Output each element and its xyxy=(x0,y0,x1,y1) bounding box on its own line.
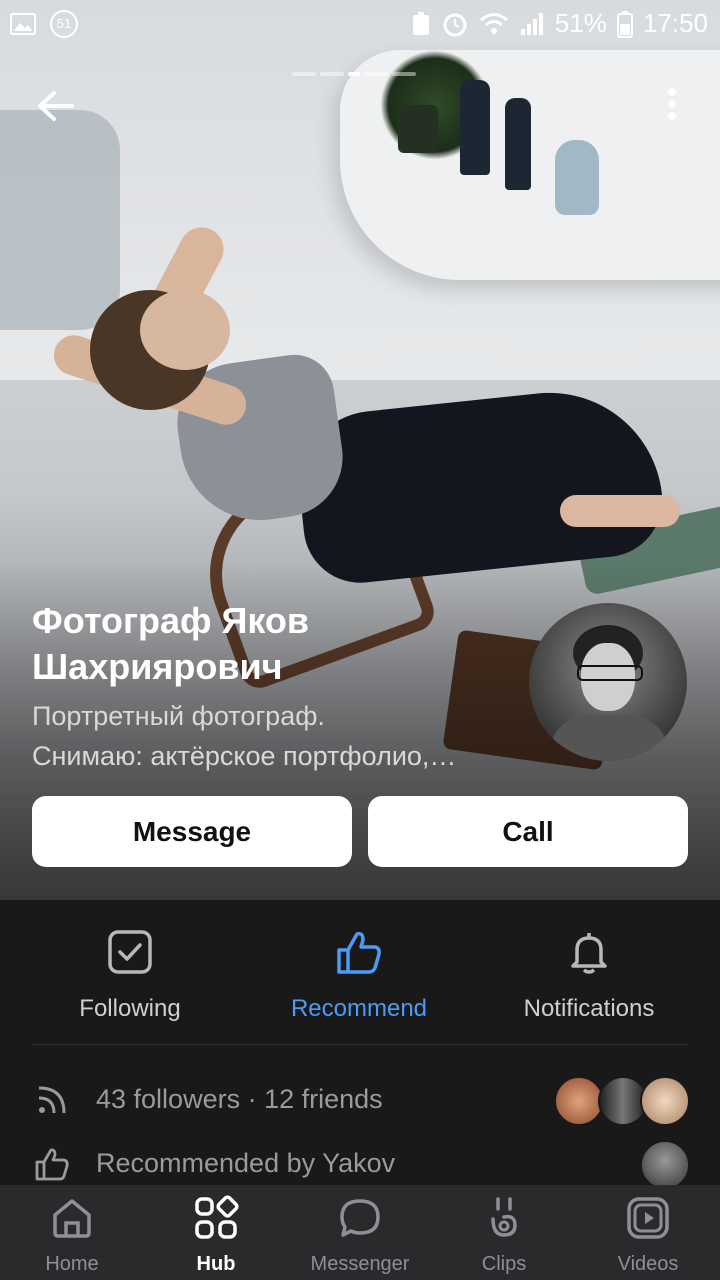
profile-description-line2: Снимаю: актёрское портфолио,… xyxy=(32,741,457,771)
tab-videos[interactable]: Videos xyxy=(576,1195,720,1276)
photo-person-face xyxy=(140,290,230,370)
following-label: Following xyxy=(79,995,181,1022)
tab-home[interactable]: Home xyxy=(0,1195,144,1276)
tab-hub-label: Hub xyxy=(196,1253,236,1275)
rss-icon xyxy=(38,1086,66,1114)
recommended-text: Recommended by Yakov xyxy=(96,1148,396,1178)
avatar-glasses xyxy=(577,665,643,681)
tab-videos-label: Videos xyxy=(617,1253,679,1275)
thumbs-up-icon xyxy=(337,931,381,974)
tab-hub[interactable]: Hub xyxy=(144,1195,288,1276)
recommend-action[interactable]: Recommend xyxy=(249,920,469,1023)
battery-percent: 51% xyxy=(554,8,607,38)
profile-name: Фотограф Яков Шахриярович xyxy=(32,598,512,690)
pager-dot xyxy=(392,72,416,76)
profile-description[interactable]: Портретный фотограф. Снимаю: актёрское п… xyxy=(32,696,502,776)
wifi-icon xyxy=(479,12,508,34)
battery-icon xyxy=(616,10,633,38)
recommender-avatar xyxy=(640,1140,690,1190)
clips-icon xyxy=(491,1197,517,1237)
tab-clips-label: Clips xyxy=(481,1253,527,1275)
alarm-icon xyxy=(443,13,467,36)
message-button[interactable]: Message xyxy=(32,796,352,867)
profile-actions: Following Recommend Notifications xyxy=(0,920,720,1030)
followers-row[interactable]: 43 followers · 12 friends xyxy=(0,1072,720,1132)
gallery-icon xyxy=(10,13,36,35)
thumbs-up-icon xyxy=(35,1148,69,1181)
photo-bottle xyxy=(460,80,490,175)
photo-pot xyxy=(398,105,438,153)
signal-icon xyxy=(520,12,543,35)
pager-dot xyxy=(364,72,388,76)
pager-dot-active xyxy=(348,72,360,76)
profile-name-line1: Фотограф Яков xyxy=(32,600,310,641)
notifications-label: Notifications xyxy=(523,995,655,1022)
tab-messenger[interactable]: Messenger xyxy=(288,1195,432,1276)
avatar-suit xyxy=(549,715,669,761)
followers-text: 43 followers · 12 friends xyxy=(96,1084,383,1114)
battery-saver-icon xyxy=(412,11,429,35)
notifications-action[interactable]: Notifications xyxy=(479,920,699,1023)
bell-icon xyxy=(571,933,607,974)
profile-description-line1: Портретный фотограф. xyxy=(32,701,325,731)
tab-home-label: Home xyxy=(45,1253,99,1275)
call-button[interactable]: Call xyxy=(368,796,688,867)
hub-icon xyxy=(195,1195,239,1239)
photo-person-foot xyxy=(560,495,680,527)
tab-messenger-label: Messenger xyxy=(310,1253,410,1275)
profile-name-line2: Шахриярович xyxy=(32,646,283,687)
recommend-label: Recommend xyxy=(290,995,428,1022)
tab-clips[interactable]: Clips xyxy=(432,1195,576,1276)
avatar[interactable] xyxy=(529,603,687,761)
status-bar: 51 51% 17:50 xyxy=(0,0,720,48)
home-icon xyxy=(53,1199,91,1238)
following-action[interactable]: Following xyxy=(20,920,240,1023)
photo-pager xyxy=(292,72,416,76)
photo-vase xyxy=(555,140,599,215)
checkbox-icon xyxy=(108,930,152,974)
photo-mirror xyxy=(0,110,120,330)
divider xyxy=(32,1044,688,1045)
clock: 17:50 xyxy=(642,8,708,38)
friend-avatar xyxy=(554,1076,604,1126)
photo-bottle xyxy=(505,98,531,190)
friend-avatar xyxy=(640,1076,690,1126)
more-icon[interactable] xyxy=(660,84,684,128)
pager-dot xyxy=(292,72,316,76)
notification-count-badge: 51 xyxy=(50,10,78,38)
pager-dot xyxy=(320,72,344,76)
back-arrow-icon[interactable] xyxy=(34,84,78,128)
messenger-icon xyxy=(340,1199,380,1237)
bottom-tab-bar: Home Hub Messenger Clips Videos xyxy=(0,1185,720,1280)
videos-icon xyxy=(627,1197,669,1239)
